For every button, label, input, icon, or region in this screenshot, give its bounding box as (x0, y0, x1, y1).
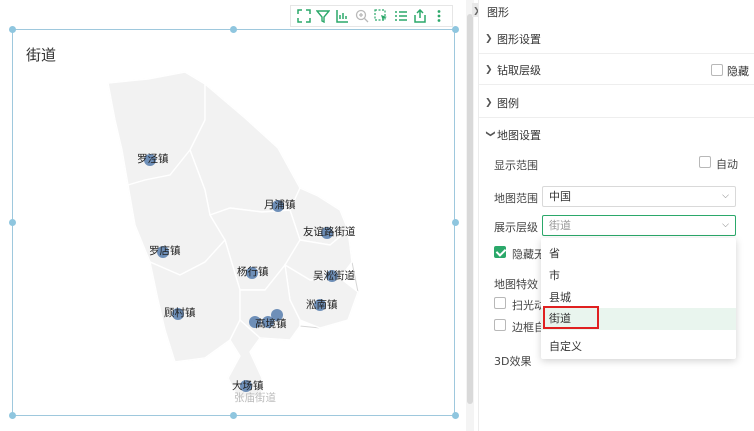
option-province[interactable]: 省 (541, 243, 736, 265)
town-label: 顾村镇 (164, 306, 196, 319)
display-level-dropdown: 省 市 县城 街道 自定义 (541, 238, 736, 359)
scan-light-checkbox[interactable] (494, 297, 506, 309)
town-label: 罗泾镇 (137, 152, 169, 165)
chart-canvas: 街道 罗泾镇 月浦镇 友谊路街道 罗店镇 杨行镇 吴淞街道 淞南镇 顾村镇 高境… (0, 0, 466, 431)
section-label: 图形设置 (497, 32, 541, 46)
town-label: 罗店镇 (149, 244, 181, 257)
section-graphic-settings[interactable]: ❯ 图形设置 (479, 24, 754, 54)
town-label: 杨行镇 (237, 265, 269, 278)
auto-label: 自动 (716, 158, 738, 171)
section-legend[interactable]: ❯ 图例 (479, 88, 754, 118)
section-label: 钻取层级 (497, 63, 541, 77)
display-level-select[interactable]: 街道 ⌵ (542, 215, 736, 236)
town-label: 张庙街道 (234, 391, 276, 404)
display-level-label: 展示层级 (494, 221, 538, 234)
chevron-down-icon: ⌵ (722, 191, 729, 201)
hide-label: 隐藏 (727, 65, 749, 78)
chevron-down-icon: ❯ (485, 130, 495, 138)
border-glow-checkbox[interactable] (494, 319, 506, 331)
map-range-select[interactable]: 中国 ⌵ (542, 186, 736, 207)
section-label: 地图设置 (497, 129, 541, 142)
section-map-settings[interactable]: ❯ 地图设置 (479, 120, 754, 150)
town-label: 大场镇 (232, 379, 264, 392)
chevron-down-icon: ⌵ (722, 220, 729, 230)
effect-3d-label: 3D效果 (494, 355, 532, 368)
canvas-scrollbar[interactable] (466, 0, 474, 431)
chevron-right-icon: ❯ (485, 64, 493, 75)
map-range-value: 中国 (549, 190, 571, 203)
map-range-label: 地图范围 (494, 192, 538, 205)
map-effects-label: 地图特效 (494, 278, 538, 291)
district-map: 罗泾镇月浦镇友谊路街道罗店镇杨行镇 吴淞街道淞南镇顾村镇高境镇大场镇张庙街道 (107, 71, 359, 404)
town-label: 吴淞街道 (313, 269, 355, 282)
highlight-annotation (543, 306, 599, 329)
auto-checkbox[interactable] (699, 156, 711, 168)
scrollbar-thumb[interactable] (467, 14, 473, 404)
option-city[interactable]: 市 (541, 265, 736, 287)
option-custom[interactable]: 自定义 (541, 336, 736, 358)
town-label: 月浦镇 (264, 198, 296, 211)
display-range-label: 显示范围 (494, 159, 538, 172)
panel-title: 图形 (487, 6, 509, 19)
town-label: 友谊路街道 (303, 225, 356, 238)
chevron-right-icon: ❯ (485, 97, 493, 108)
town-label: 高境镇 (255, 317, 287, 330)
hide-no-data-checkbox[interactable] (494, 246, 506, 258)
display-level-value: 街道 (549, 219, 571, 232)
section-label: 图例 (497, 96, 519, 110)
section-drill-level[interactable]: ❯ 钻取层级 隐藏 (479, 55, 754, 85)
chevron-right-icon: ❯ (485, 33, 493, 44)
hide-checkbox[interactable] (711, 64, 723, 76)
town-label: 淞南镇 (306, 298, 338, 311)
